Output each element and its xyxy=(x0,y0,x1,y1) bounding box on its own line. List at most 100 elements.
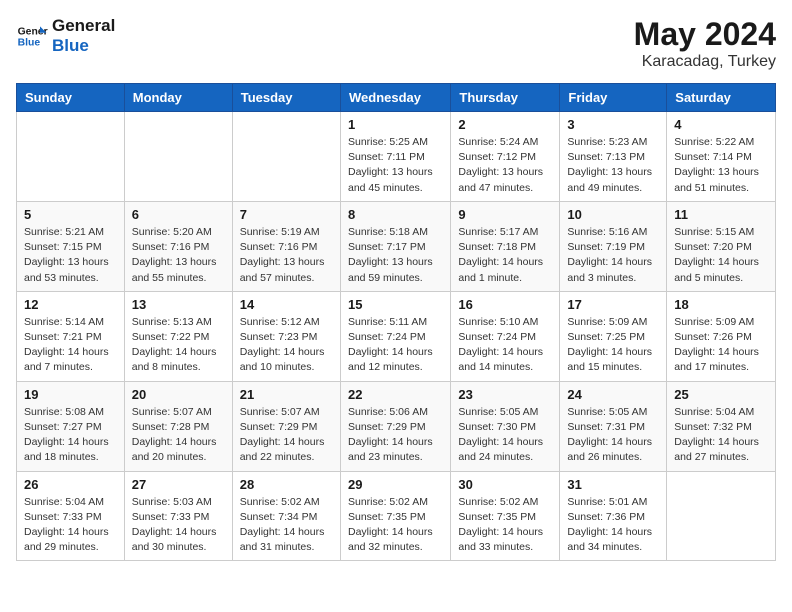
table-row: 18 Sunrise: 5:09 AM Sunset: 7:26 PM Dayli… xyxy=(667,291,776,381)
table-row: 25Sunrise: 5:04 AM Sunset: 7:32 PM Dayli… xyxy=(667,381,776,471)
day-info: Sunrise: 5:08 AM Sunset: 7:27 PM Dayligh… xyxy=(24,405,117,466)
logo-icon: General Blue xyxy=(16,20,48,52)
day-info: Sunrise: 5:12 AM Sunset: 7:23 PM Dayligh… xyxy=(240,315,333,376)
table-row: 5Sunrise: 5:21 AM Sunset: 7:15 PM Daylig… xyxy=(17,201,125,291)
table-row: 29 Sunrise: 5:02 AM Sunset: 7:35 PM Dayli… xyxy=(340,471,450,561)
day-info: Sunrise: 5:03 AM Sunset: 7:33 PM Dayligh… xyxy=(132,495,225,556)
svg-text:Blue: Blue xyxy=(18,38,41,49)
day-number: 12 xyxy=(24,297,117,312)
calendar-week-row: 26 Sunrise: 5:04 AM Sunset: 7:33 PM Dayli… xyxy=(17,471,776,561)
day-number: 26 xyxy=(24,477,117,492)
col-friday: Friday xyxy=(560,84,667,112)
logo-blue-text: Blue xyxy=(52,36,115,56)
table-row: 20 Sunrise: 5:07 AM Sunset: 7:28 PM Dayli… xyxy=(124,381,232,471)
table-row: 15Sunrise: 5:11 AM Sunset: 7:24 PM Dayli… xyxy=(340,291,450,381)
day-number: 3 xyxy=(567,117,659,132)
col-saturday: Saturday xyxy=(667,84,776,112)
table-row: 31 Sunrise: 5:01 AM Sunset: 7:36 PM Dayli… xyxy=(560,471,667,561)
day-number: 29 xyxy=(348,477,443,492)
table-row: 12 Sunrise: 5:14 AM Sunset: 7:21 PM Dayli… xyxy=(17,291,125,381)
day-info: Sunrise: 5:07 AM Sunset: 7:28 PM Dayligh… xyxy=(132,405,225,466)
day-info: Sunrise: 5:20 AM Sunset: 7:16 PM Dayligh… xyxy=(132,225,225,286)
table-row: 16Sunrise: 5:10 AM Sunset: 7:24 PM Dayli… xyxy=(451,291,560,381)
table-row: 9 Sunrise: 5:17 AM Sunset: 7:18 PM Daylig… xyxy=(451,201,560,291)
table-row: 6Sunrise: 5:20 AM Sunset: 7:16 PM Daylig… xyxy=(124,201,232,291)
day-info: Sunrise: 5:10 AM Sunset: 7:24 PM Dayligh… xyxy=(458,315,552,376)
day-info: Sunrise: 5:24 AM Sunset: 7:12 PM Dayligh… xyxy=(458,135,552,196)
day-info: Sunrise: 5:09 AM Sunset: 7:25 PM Dayligh… xyxy=(567,315,659,376)
calendar-week-row: 12 Sunrise: 5:14 AM Sunset: 7:21 PM Dayli… xyxy=(17,291,776,381)
table-row: 13Sunrise: 5:13 AM Sunset: 7:22 PM Dayli… xyxy=(124,291,232,381)
calendar-week-row: 19Sunrise: 5:08 AM Sunset: 7:27 PM Dayli… xyxy=(17,381,776,471)
day-info: Sunrise: 5:14 AM Sunset: 7:21 PM Dayligh… xyxy=(24,315,117,376)
calendar-week-row: 5Sunrise: 5:21 AM Sunset: 7:15 PM Daylig… xyxy=(17,201,776,291)
day-info: Sunrise: 5:05 AM Sunset: 7:31 PM Dayligh… xyxy=(567,405,659,466)
col-thursday: Thursday xyxy=(451,84,560,112)
table-row: 27 Sunrise: 5:03 AM Sunset: 7:33 PM Dayli… xyxy=(124,471,232,561)
day-number: 22 xyxy=(348,387,443,402)
table-row xyxy=(124,112,232,202)
day-number: 8 xyxy=(348,207,443,222)
day-number: 2 xyxy=(458,117,552,132)
day-info: Sunrise: 5:09 AM Sunset: 7:26 PM Dayligh… xyxy=(674,315,768,376)
day-number: 24 xyxy=(567,387,659,402)
table-row: 19Sunrise: 5:08 AM Sunset: 7:27 PM Dayli… xyxy=(17,381,125,471)
day-number: 30 xyxy=(458,477,552,492)
day-info: Sunrise: 5:23 AM Sunset: 7:13 PM Dayligh… xyxy=(567,135,659,196)
day-info: Sunrise: 5:16 AM Sunset: 7:19 PM Dayligh… xyxy=(567,225,659,286)
table-row: 17 Sunrise: 5:09 AM Sunset: 7:25 PM Dayli… xyxy=(560,291,667,381)
table-row: 4 Sunrise: 5:22 AM Sunset: 7:14 PM Daylig… xyxy=(667,112,776,202)
table-row: 14Sunrise: 5:12 AM Sunset: 7:23 PM Dayli… xyxy=(232,291,340,381)
day-number: 27 xyxy=(132,477,225,492)
logo: General Blue General Blue xyxy=(16,16,115,57)
month-title: May 2024 xyxy=(634,16,776,53)
table-row: 1Sunrise: 5:25 AM Sunset: 7:11 PM Daylig… xyxy=(340,112,450,202)
day-info: Sunrise: 5:07 AM Sunset: 7:29 PM Dayligh… xyxy=(240,405,333,466)
day-number: 9 xyxy=(458,207,552,222)
day-number: 11 xyxy=(674,207,768,222)
table-row: 3 Sunrise: 5:23 AM Sunset: 7:13 PM Daylig… xyxy=(560,112,667,202)
day-info: Sunrise: 5:02 AM Sunset: 7:35 PM Dayligh… xyxy=(348,495,443,556)
day-number: 5 xyxy=(24,207,117,222)
day-number: 17 xyxy=(567,297,659,312)
day-number: 25 xyxy=(674,387,768,402)
calendar-table: Sunday Monday Tuesday Wednesday Thursday… xyxy=(16,83,776,561)
location-title: Karacadag, Turkey xyxy=(634,53,776,71)
day-info: Sunrise: 5:06 AM Sunset: 7:29 PM Dayligh… xyxy=(348,405,443,466)
day-info: Sunrise: 5:05 AM Sunset: 7:30 PM Dayligh… xyxy=(458,405,552,466)
table-row: 24 Sunrise: 5:05 AM Sunset: 7:31 PM Dayli… xyxy=(560,381,667,471)
day-info: Sunrise: 5:04 AM Sunset: 7:33 PM Dayligh… xyxy=(24,495,117,556)
col-tuesday: Tuesday xyxy=(232,84,340,112)
col-sunday: Sunday xyxy=(17,84,125,112)
day-number: 21 xyxy=(240,387,333,402)
day-info: Sunrise: 5:02 AM Sunset: 7:34 PM Dayligh… xyxy=(240,495,333,556)
day-info: Sunrise: 5:22 AM Sunset: 7:14 PM Dayligh… xyxy=(674,135,768,196)
day-info: Sunrise: 5:25 AM Sunset: 7:11 PM Dayligh… xyxy=(348,135,443,196)
day-info: Sunrise: 5:17 AM Sunset: 7:18 PM Dayligh… xyxy=(458,225,552,286)
day-number: 4 xyxy=(674,117,768,132)
table-row xyxy=(667,471,776,561)
table-row: 30Sunrise: 5:02 AM Sunset: 7:35 PM Dayli… xyxy=(451,471,560,561)
logo-general-text: General xyxy=(52,16,115,36)
day-number: 13 xyxy=(132,297,225,312)
table-row xyxy=(17,112,125,202)
table-row: 7Sunrise: 5:19 AM Sunset: 7:16 PM Daylig… xyxy=(232,201,340,291)
day-number: 31 xyxy=(567,477,659,492)
day-info: Sunrise: 5:01 AM Sunset: 7:36 PM Dayligh… xyxy=(567,495,659,556)
col-monday: Monday xyxy=(124,84,232,112)
day-number: 28 xyxy=(240,477,333,492)
calendar-header-row: Sunday Monday Tuesday Wednesday Thursday… xyxy=(17,84,776,112)
day-number: 10 xyxy=(567,207,659,222)
table-row: 28 Sunrise: 5:02 AM Sunset: 7:34 PM Dayli… xyxy=(232,471,340,561)
calendar-week-row: 1Sunrise: 5:25 AM Sunset: 7:11 PM Daylig… xyxy=(17,112,776,202)
day-info: Sunrise: 5:18 AM Sunset: 7:17 PM Dayligh… xyxy=(348,225,443,286)
table-row: 11 Sunrise: 5:15 AM Sunset: 7:20 PM Dayli… xyxy=(667,201,776,291)
table-row: 23 Sunrise: 5:05 AM Sunset: 7:30 PM Dayli… xyxy=(451,381,560,471)
day-number: 18 xyxy=(674,297,768,312)
day-number: 20 xyxy=(132,387,225,402)
table-row xyxy=(232,112,340,202)
table-row: 2 Sunrise: 5:24 AM Sunset: 7:12 PM Daylig… xyxy=(451,112,560,202)
day-info: Sunrise: 5:15 AM Sunset: 7:20 PM Dayligh… xyxy=(674,225,768,286)
day-number: 7 xyxy=(240,207,333,222)
day-number: 23 xyxy=(458,387,552,402)
